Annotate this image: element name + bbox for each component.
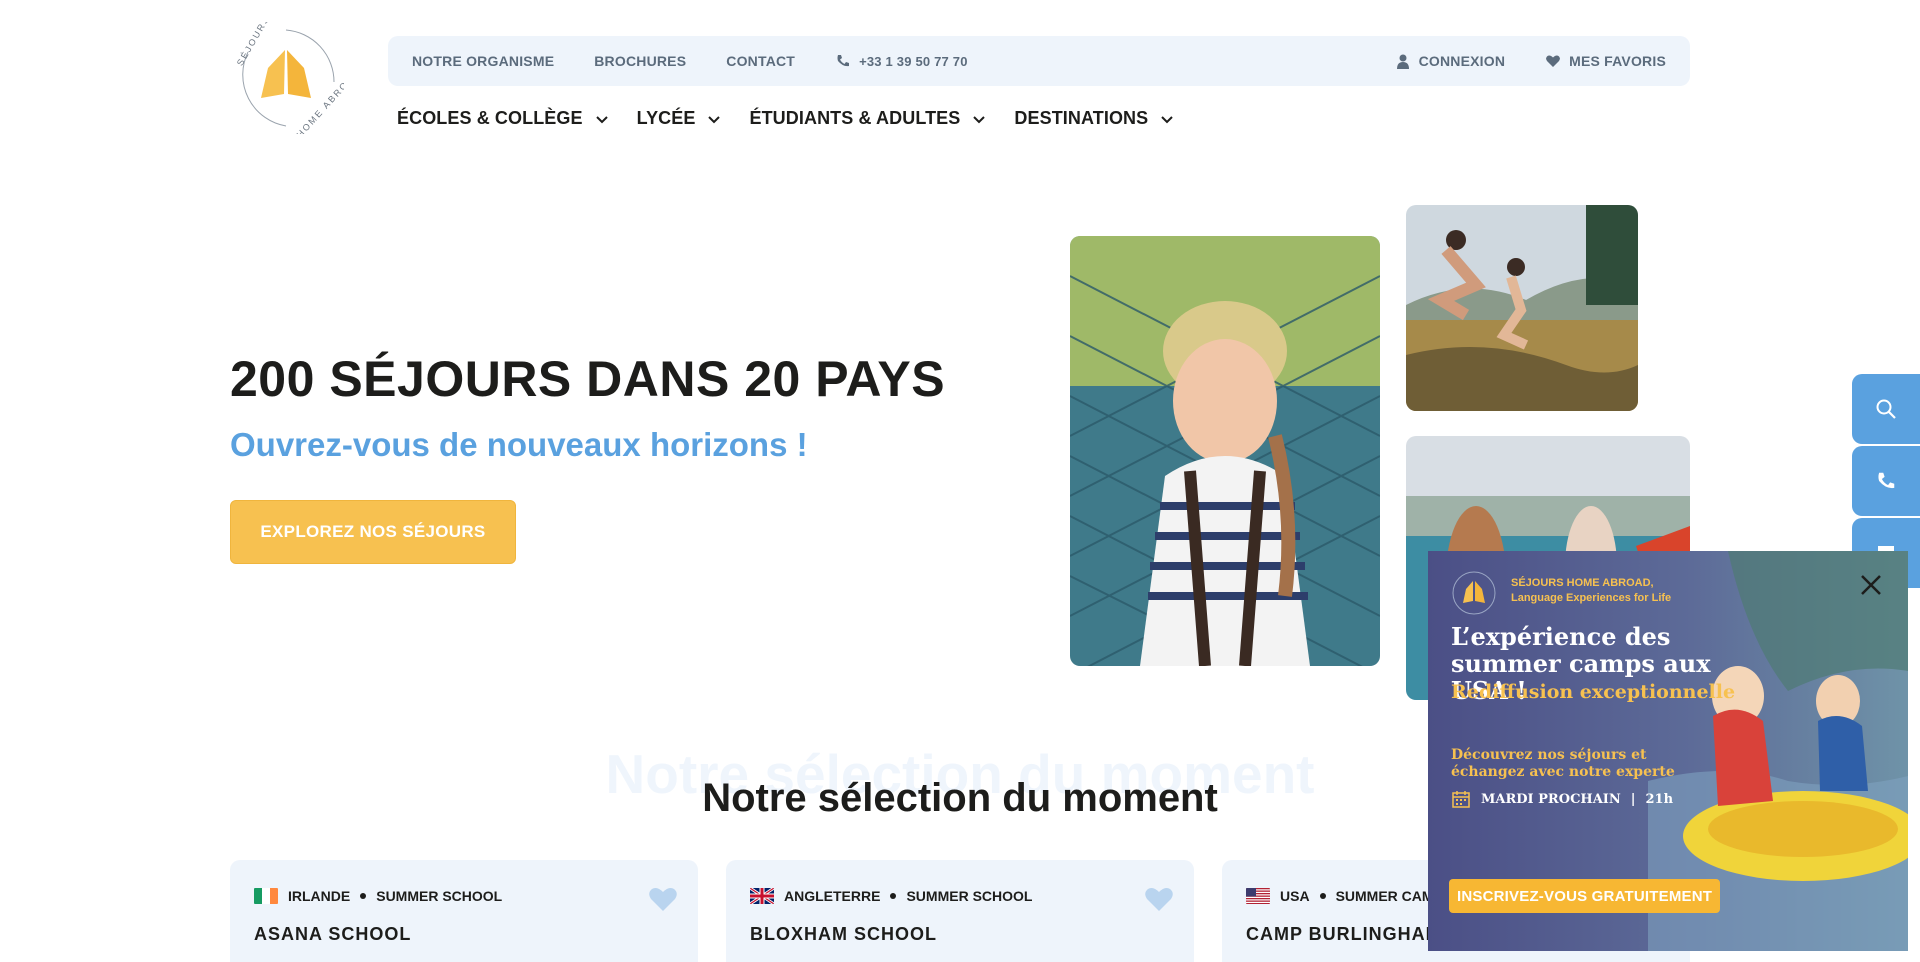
nav-item-lycee[interactable]: LYCÉE <box>637 108 722 129</box>
hero-subtitle: Ouvrez-vous de nouveaux horizons ! <box>230 426 808 463</box>
card-type: SUMMER SCHOOL <box>906 888 1033 904</box>
hero-photo-kids-jumping <box>1406 205 1638 411</box>
user-icon <box>1396 54 1409 69</box>
nav-item-label: ÉCOLES & COLLÈGE <box>397 108 583 128</box>
about-link[interactable]: NOTRE ORGANISME <box>412 53 554 69</box>
nav-item-label: DESTINATIONS <box>1014 108 1149 128</box>
webinar-popup: SÉJOURS HOME ABROAD, Language Experience… <box>1428 551 1908 951</box>
nav-item-schools[interactable]: ÉCOLES & COLLÈGE <box>397 108 609 129</box>
nav-item-label: LYCÉE <box>636 108 696 128</box>
login-label: CONNEXION <box>1418 53 1506 69</box>
card-school-name: BLOXHAM SCHOOL <box>750 924 937 944</box>
chevron-down-icon <box>1161 115 1173 123</box>
favorite-heart-icon[interactable] <box>1144 886 1174 912</box>
card-type: SUMMER CAMP <box>1335 888 1443 904</box>
calendar-icon <box>1452 791 1470 808</box>
favorite-heart-icon[interactable] <box>648 886 678 912</box>
popup-date-label: MARDI PROCHAIN <box>1481 791 1621 807</box>
top-utility-bar: NOTRE ORGANISME BROCHURES CONTACT +33 1 … <box>388 36 1690 86</box>
popup-brand-line1: SÉJOURS HOME ABROAD, <box>1511 577 1654 589</box>
nav-item-label: ÉTUDIANTS & ADULTES <box>749 108 961 128</box>
svg-text:SÉJOURS: SÉJOURS <box>235 22 272 67</box>
popup-brand-line2: Language Experiences for Life <box>1511 592 1672 604</box>
popup-logo-icon <box>1452 571 1496 615</box>
register-free-button[interactable]: INSCRIVEZ-VOUS GRATUITEMENT <box>1449 879 1721 913</box>
popup-body: Découvrez nos séjours et échangez avec n… <box>1451 747 1675 780</box>
popup-time: 21h <box>1645 791 1674 807</box>
login-link[interactable]: CONNEXION <box>1395 53 1506 69</box>
chevron-down-icon <box>595 115 608 123</box>
nav-item-destinations[interactable]: DESTINATIONS <box>1014 108 1174 129</box>
brochures-link[interactable]: BROCHURES <box>594 53 686 69</box>
card-country: IRLANDE <box>288 888 351 904</box>
popup-date: MARDI PROCHAIN | 21h <box>1451 789 1673 809</box>
separator-dot <box>1319 893 1326 899</box>
main-navigation: ÉCOLES & COLLÈGE LYCÉE ÉTUDIANTS & ADULT… <box>397 108 1174 129</box>
separator-dot <box>360 893 367 899</box>
search-icon <box>1876 399 1896 419</box>
phone-icon <box>1878 472 1895 489</box>
card-country: USA <box>1280 888 1310 904</box>
card-meta: IRLANDE SUMMER SCHOOL <box>254 888 674 904</box>
popup-brand: SÉJOURS HOME ABROAD, Language Experience… <box>1511 576 1671 606</box>
close-icon[interactable] <box>1857 571 1885 599</box>
card-meta: ANGLETERRE SUMMER SCHOOL <box>750 888 1170 904</box>
chevron-down-icon <box>973 115 986 123</box>
hero-title: 200 SÉJOURS DANS 20 PAYS <box>230 351 946 407</box>
card-country: ANGLETERRE <box>784 888 881 904</box>
explore-stays-button[interactable]: EXPLOREZ NOS SÉJOURS <box>230 500 516 564</box>
phone-icon <box>837 55 850 67</box>
site-logo[interactable]: SÉJOURS HOME ABROAD <box>228 14 362 140</box>
chevron-down-icon <box>708 115 721 123</box>
phone-number: +33 1 39 50 77 70 <box>859 53 968 69</box>
phone-link[interactable]: +33 1 39 50 77 70 <box>835 53 968 69</box>
side-search-button[interactable] <box>1852 374 1920 444</box>
logo-emblem-icon: SÉJOURS HOME ABROAD <box>235 14 362 140</box>
favorites-label: MES FAVORIS <box>1569 53 1666 69</box>
usa-flag-icon <box>1246 888 1270 904</box>
separator-dot <box>890 893 897 899</box>
favorites-link[interactable]: MES FAVORIS <box>1545 53 1666 69</box>
uk-flag-icon <box>750 888 774 904</box>
contact-link[interactable]: CONTACT <box>726 53 795 69</box>
popup-separator: | <box>1630 791 1636 807</box>
heart-icon <box>1546 55 1561 67</box>
ireland-flag-icon <box>254 888 278 904</box>
hero-photo-girl-climbing <box>1070 236 1380 666</box>
nav-item-students-adults[interactable]: ÉTUDIANTS & ADULTES <box>749 108 986 129</box>
stay-card[interactable]: ANGLETERRE SUMMER SCHOOL BLOXHAM SCHOOL <box>726 860 1194 962</box>
stay-card[interactable]: IRLANDE SUMMER SCHOOL ASANA SCHOOL <box>230 860 698 962</box>
card-type: SUMMER SCHOOL <box>376 888 503 904</box>
card-school-name: ASANA SCHOOL <box>254 924 412 944</box>
popup-subheadline: Rediffusion exceptionnelle <box>1451 681 1736 703</box>
side-phone-button[interactable] <box>1852 446 1920 516</box>
